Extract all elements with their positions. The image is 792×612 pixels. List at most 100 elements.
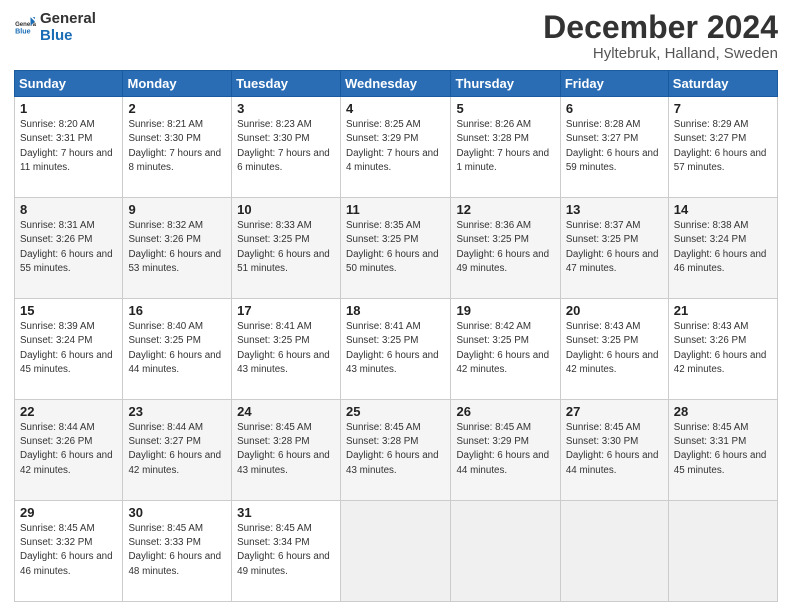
calendar-header-friday: Friday [560, 71, 668, 97]
day-detail: Sunrise: 8:45 AM Sunset: 3:32 PM Dayligh… [20, 522, 117, 579]
day-detail: Sunrise: 8:21 AM Sunset: 3:30 PM Dayligh… [128, 118, 226, 175]
logo-blue: Blue [40, 27, 96, 44]
day-number: 12 [456, 202, 554, 217]
calendar-header-monday: Monday [123, 71, 232, 97]
day-detail: Sunrise: 8:37 AM Sunset: 3:25 PM Dayligh… [566, 219, 663, 276]
calendar-cell [451, 501, 560, 602]
day-number: 17 [237, 303, 335, 318]
day-number: 23 [128, 404, 226, 419]
calendar-cell: 5 Sunrise: 8:26 AM Sunset: 3:28 PM Dayli… [451, 97, 560, 198]
location: Hyltebruk, Halland, Sweden [543, 45, 778, 62]
calendar-cell: 14 Sunrise: 8:38 AM Sunset: 3:24 PM Dayl… [668, 198, 777, 299]
calendar-cell: 15 Sunrise: 8:39 AM Sunset: 3:24 PM Dayl… [15, 299, 123, 400]
logo-general: General [40, 10, 96, 27]
day-detail: Sunrise: 8:45 AM Sunset: 3:30 PM Dayligh… [566, 421, 663, 478]
day-detail: Sunrise: 8:23 AM Sunset: 3:30 PM Dayligh… [237, 118, 335, 175]
calendar-cell: 22 Sunrise: 8:44 AM Sunset: 3:26 PM Dayl… [15, 400, 123, 501]
day-number: 7 [674, 101, 772, 116]
day-number: 3 [237, 101, 335, 116]
calendar-cell: 30 Sunrise: 8:45 AM Sunset: 3:33 PM Dayl… [123, 501, 232, 602]
day-number: 8 [20, 202, 117, 217]
day-number: 11 [346, 202, 445, 217]
calendar-cell: 17 Sunrise: 8:41 AM Sunset: 3:25 PM Dayl… [232, 299, 341, 400]
day-number: 2 [128, 101, 226, 116]
day-detail: Sunrise: 8:38 AM Sunset: 3:24 PM Dayligh… [674, 219, 772, 276]
day-detail: Sunrise: 8:39 AM Sunset: 3:24 PM Dayligh… [20, 320, 117, 377]
calendar-cell: 28 Sunrise: 8:45 AM Sunset: 3:31 PM Dayl… [668, 400, 777, 501]
logo-icon: General Blue [14, 16, 36, 38]
day-number: 14 [674, 202, 772, 217]
day-number: 15 [20, 303, 117, 318]
day-detail: Sunrise: 8:45 AM Sunset: 3:34 PM Dayligh… [237, 522, 335, 579]
day-detail: Sunrise: 8:36 AM Sunset: 3:25 PM Dayligh… [456, 219, 554, 276]
day-detail: Sunrise: 8:41 AM Sunset: 3:25 PM Dayligh… [346, 320, 445, 377]
calendar-cell: 7 Sunrise: 8:29 AM Sunset: 3:27 PM Dayli… [668, 97, 777, 198]
calendar-header-wednesday: Wednesday [341, 71, 451, 97]
day-number: 4 [346, 101, 445, 116]
day-number: 30 [128, 505, 226, 520]
calendar-header-sunday: Sunday [15, 71, 123, 97]
calendar-cell: 3 Sunrise: 8:23 AM Sunset: 3:30 PM Dayli… [232, 97, 341, 198]
day-detail: Sunrise: 8:20 AM Sunset: 3:31 PM Dayligh… [20, 118, 117, 175]
day-number: 18 [346, 303, 445, 318]
calendar-header-row: SundayMondayTuesdayWednesdayThursdayFrid… [15, 71, 778, 97]
calendar-cell: 1 Sunrise: 8:20 AM Sunset: 3:31 PM Dayli… [15, 97, 123, 198]
day-number: 13 [566, 202, 663, 217]
calendar-cell: 23 Sunrise: 8:44 AM Sunset: 3:27 PM Dayl… [123, 400, 232, 501]
svg-text:Blue: Blue [15, 28, 31, 36]
calendar-cell: 19 Sunrise: 8:42 AM Sunset: 3:25 PM Dayl… [451, 299, 560, 400]
page: General Blue General Blue December 2024 … [0, 0, 792, 612]
day-number: 31 [237, 505, 335, 520]
day-detail: Sunrise: 8:42 AM Sunset: 3:25 PM Dayligh… [456, 320, 554, 377]
calendar-header-tuesday: Tuesday [232, 71, 341, 97]
calendar-cell: 29 Sunrise: 8:45 AM Sunset: 3:32 PM Dayl… [15, 501, 123, 602]
day-detail: Sunrise: 8:43 AM Sunset: 3:25 PM Dayligh… [566, 320, 663, 377]
day-number: 9 [128, 202, 226, 217]
calendar-cell: 27 Sunrise: 8:45 AM Sunset: 3:30 PM Dayl… [560, 400, 668, 501]
calendar-cell: 10 Sunrise: 8:33 AM Sunset: 3:25 PM Dayl… [232, 198, 341, 299]
day-number: 24 [237, 404, 335, 419]
calendar-cell: 20 Sunrise: 8:43 AM Sunset: 3:25 PM Dayl… [560, 299, 668, 400]
calendar-header-thursday: Thursday [451, 71, 560, 97]
calendar-cell [668, 501, 777, 602]
calendar-cell: 26 Sunrise: 8:45 AM Sunset: 3:29 PM Dayl… [451, 400, 560, 501]
calendar-cell: 12 Sunrise: 8:36 AM Sunset: 3:25 PM Dayl… [451, 198, 560, 299]
calendar-week-4: 22 Sunrise: 8:44 AM Sunset: 3:26 PM Dayl… [15, 400, 778, 501]
calendar-cell: 21 Sunrise: 8:43 AM Sunset: 3:26 PM Dayl… [668, 299, 777, 400]
calendar-week-5: 29 Sunrise: 8:45 AM Sunset: 3:32 PM Dayl… [15, 501, 778, 602]
logo: General Blue General Blue [14, 10, 96, 45]
calendar-cell: 11 Sunrise: 8:35 AM Sunset: 3:25 PM Dayl… [341, 198, 451, 299]
calendar-cell: 8 Sunrise: 8:31 AM Sunset: 3:26 PM Dayli… [15, 198, 123, 299]
day-detail: Sunrise: 8:45 AM Sunset: 3:33 PM Dayligh… [128, 522, 226, 579]
calendar-cell: 9 Sunrise: 8:32 AM Sunset: 3:26 PM Dayli… [123, 198, 232, 299]
day-detail: Sunrise: 8:45 AM Sunset: 3:28 PM Dayligh… [237, 421, 335, 478]
day-number: 10 [237, 202, 335, 217]
header: General Blue General Blue December 2024 … [14, 10, 778, 62]
calendar-cell: 13 Sunrise: 8:37 AM Sunset: 3:25 PM Dayl… [560, 198, 668, 299]
calendar-table: SundayMondayTuesdayWednesdayThursdayFrid… [14, 70, 778, 602]
day-detail: Sunrise: 8:29 AM Sunset: 3:27 PM Dayligh… [674, 118, 772, 175]
title-block: December 2024 Hyltebruk, Halland, Sweden [543, 10, 778, 62]
day-detail: Sunrise: 8:44 AM Sunset: 3:27 PM Dayligh… [128, 421, 226, 478]
day-number: 27 [566, 404, 663, 419]
calendar-cell: 25 Sunrise: 8:45 AM Sunset: 3:28 PM Dayl… [341, 400, 451, 501]
day-number: 29 [20, 505, 117, 520]
calendar-cell: 4 Sunrise: 8:25 AM Sunset: 3:29 PM Dayli… [341, 97, 451, 198]
day-detail: Sunrise: 8:41 AM Sunset: 3:25 PM Dayligh… [237, 320, 335, 377]
day-detail: Sunrise: 8:35 AM Sunset: 3:25 PM Dayligh… [346, 219, 445, 276]
day-detail: Sunrise: 8:45 AM Sunset: 3:28 PM Dayligh… [346, 421, 445, 478]
calendar-week-1: 1 Sunrise: 8:20 AM Sunset: 3:31 PM Dayli… [15, 97, 778, 198]
day-detail: Sunrise: 8:43 AM Sunset: 3:26 PM Dayligh… [674, 320, 772, 377]
calendar-cell: 16 Sunrise: 8:40 AM Sunset: 3:25 PM Dayl… [123, 299, 232, 400]
day-detail: Sunrise: 8:44 AM Sunset: 3:26 PM Dayligh… [20, 421, 117, 478]
day-number: 20 [566, 303, 663, 318]
day-detail: Sunrise: 8:31 AM Sunset: 3:26 PM Dayligh… [20, 219, 117, 276]
calendar-header-saturday: Saturday [668, 71, 777, 97]
month-title: December 2024 [543, 10, 778, 45]
day-number: 25 [346, 404, 445, 419]
day-detail: Sunrise: 8:26 AM Sunset: 3:28 PM Dayligh… [456, 118, 554, 175]
calendar-cell: 31 Sunrise: 8:45 AM Sunset: 3:34 PM Dayl… [232, 501, 341, 602]
day-number: 26 [456, 404, 554, 419]
day-detail: Sunrise: 8:45 AM Sunset: 3:29 PM Dayligh… [456, 421, 554, 478]
day-number: 28 [674, 404, 772, 419]
